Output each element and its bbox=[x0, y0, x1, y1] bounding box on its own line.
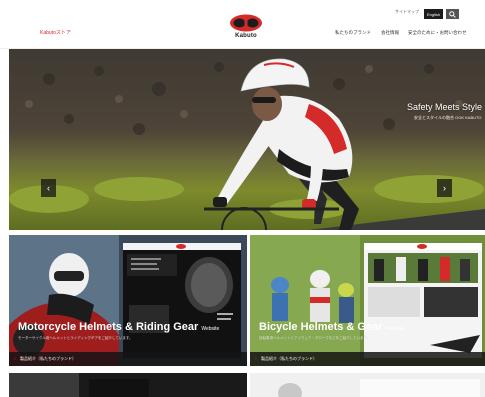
chevron-left-icon: ‹ bbox=[47, 183, 50, 193]
bottom-tile-right-image bbox=[250, 373, 485, 397]
store-link[interactable]: Kabutoストア bbox=[40, 29, 71, 36]
motorcycle-card-title-text: Motorcycle Helmets & Riding Gear bbox=[18, 321, 199, 333]
nav-brands[interactable]: 私たちのブランド bbox=[335, 30, 371, 36]
chevron-right-icon: › bbox=[443, 183, 446, 193]
motorcycle-card-link-label: 製品紹介（私たちのブランド） bbox=[20, 356, 76, 361]
bicycle-card-title-text: Bicycle Helmets & Gear bbox=[259, 321, 383, 333]
motorcycle-card-title: Motorcycle Helmets & Riding Gear Website bbox=[18, 321, 219, 333]
nav-safety-contact[interactable]: 安全のために・お問い合わせ bbox=[408, 30, 467, 36]
motorcycle-card-link[interactable]: › 製品紹介（私たちのブランド） bbox=[9, 352, 247, 366]
bicycle-card-link-label: 製品紹介（私たちのブランド） bbox=[261, 356, 317, 361]
bicycle-category-card[interactable]: Bicycle Helmets & Gear Website 自転車用ヘルメットと… bbox=[250, 235, 485, 366]
motorcycle-card-image bbox=[9, 235, 247, 366]
hero-subtitle: 安全とスタイルの融合 OGK KABUTO bbox=[414, 115, 482, 120]
brand-logo[interactable]: Kabuto bbox=[226, 14, 266, 44]
bicycle-card-description: 自転車用ヘルメットとアイウェア・グローブなどをご紹介しています。 bbox=[259, 336, 371, 340]
bottom-tile-left-image bbox=[9, 373, 247, 397]
chevron-right-icon: › bbox=[14, 356, 16, 362]
hero-cyclist-photo bbox=[9, 49, 485, 230]
website-badge: Website bbox=[201, 326, 220, 332]
sitemap-link[interactable]: サイトマップ bbox=[395, 9, 419, 15]
hero-next-button[interactable]: › bbox=[437, 179, 452, 197]
bottom-tile-right[interactable] bbox=[250, 373, 485, 397]
search-icon bbox=[449, 10, 456, 18]
motorcycle-category-card[interactable]: Motorcycle Helmets & Riding Gear Website … bbox=[9, 235, 247, 366]
bottom-tile-left[interactable] bbox=[9, 373, 247, 397]
chevron-right-icon: › bbox=[255, 356, 257, 362]
hero-prev-button[interactable]: ‹ bbox=[41, 179, 56, 197]
hero-title: Safety Meets Style bbox=[407, 102, 483, 112]
bicycle-card-title: Bicycle Helmets & Gear Website bbox=[259, 321, 404, 333]
search-button[interactable] bbox=[446, 9, 459, 19]
bicycle-card-image bbox=[250, 235, 485, 366]
motorcycle-card-description: モーターサイクル用ヘルメットとライディングギアをご紹介しています。 bbox=[18, 336, 133, 340]
language-button[interactable]: English bbox=[424, 9, 443, 19]
hero-banner[interactable]: Safety Meets Style 安全とスタイルの融合 OGK KABUTO… bbox=[9, 49, 485, 230]
logo-wordmark: Kabuto bbox=[235, 33, 257, 39]
website-badge: Website bbox=[385, 326, 404, 332]
nav-company[interactable]: 会社情報 bbox=[381, 30, 399, 36]
bicycle-card-link[interactable]: › 製品紹介（私たちのブランド） bbox=[250, 352, 485, 366]
site-header: Kabutoストア Kabuto サイトマップ English 私たちのブランド… bbox=[0, 0, 485, 49]
kabuto-logo-icon bbox=[230, 14, 262, 32]
